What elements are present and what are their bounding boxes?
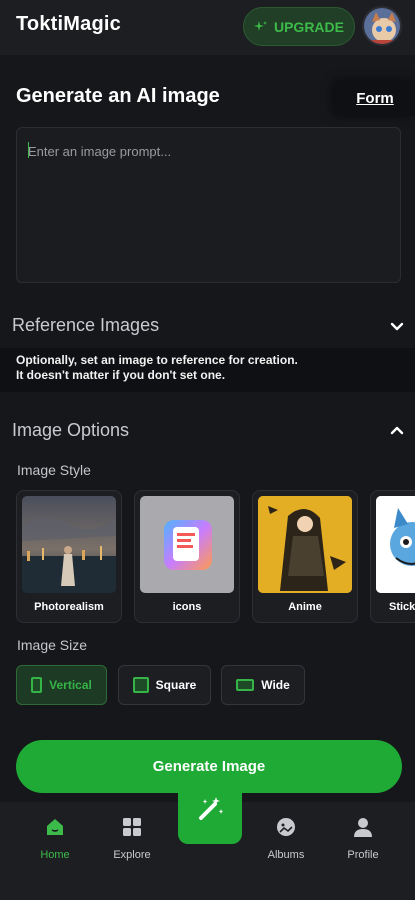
nav-label: Profile [347, 849, 379, 861]
avatar-image [364, 8, 400, 44]
reference-note-line2: It doesn't matter if you don't set one. [16, 368, 226, 382]
size-wide-button[interactable]: Wide [221, 665, 305, 705]
reference-images-title: Reference Images [12, 315, 160, 335]
nav-label: Home [40, 849, 70, 861]
prompt-input-container[interactable] [16, 127, 401, 283]
app-title: ToktiMagic [16, 13, 121, 35]
upgrade-label: UPGRADE [273, 18, 344, 35]
magic-wand-icon [199, 797, 224, 820]
chevron-down-icon [390, 322, 404, 331]
style-card-icons[interactable]: icons [134, 490, 240, 623]
profile-icon [354, 818, 372, 837]
size-vertical-button[interactable]: Vertical [16, 665, 107, 705]
reference-images-header[interactable]: Reference Images [0, 303, 415, 349]
style-name: Anime [288, 601, 322, 613]
image-options-header[interactable]: Image Options [0, 408, 415, 454]
reference-note-line1: Optionally, set an image to reference fo… [16, 353, 298, 367]
nav-profile[interactable]: Profile [328, 816, 398, 861]
grid-icon [123, 818, 141, 836]
albums-icon [277, 818, 295, 836]
create-fab-button[interactable] [178, 774, 242, 844]
style-name: Sticker [389, 601, 415, 613]
size-label: Wide [261, 678, 290, 692]
page-title: Generate an AI image [16, 85, 220, 107]
avatar[interactable] [362, 6, 402, 46]
wide-shape-icon [236, 679, 255, 691]
size-label: Vertical [49, 678, 92, 692]
form-link[interactable]: Form [335, 80, 415, 116]
image-style-label: Image Style [17, 462, 91, 478]
square-shape-icon [132, 677, 149, 693]
image-size-label: Image Size [17, 637, 88, 653]
style-card-sticker[interactable]: Sticker [370, 490, 415, 623]
style-card-photorealism[interactable]: Photorealism [16, 490, 122, 623]
style-card-anime[interactable]: Anime [252, 490, 358, 623]
style-name: Photorealism [34, 601, 104, 613]
text-caret [28, 142, 29, 158]
sticker-thumbnail [376, 496, 415, 593]
size-label: Square [155, 678, 197, 692]
nav-home[interactable]: Home [20, 816, 90, 861]
sparkle-icon [253, 20, 267, 31]
nav-albums[interactable]: Albums [251, 816, 321, 861]
upgrade-button[interactable]: UPGRADE [243, 7, 355, 46]
size-square-button[interactable]: Square [118, 665, 211, 705]
chevron-up-icon [390, 426, 404, 435]
anime-thumbnail [258, 496, 352, 593]
prompt-input[interactable] [17, 128, 400, 282]
icons-thumbnail [140, 496, 234, 593]
top-bar: ToktiMagic UPGRADE [0, 0, 415, 55]
photorealism-thumbnail [22, 496, 116, 593]
nav-label: Albums [267, 849, 305, 861]
nav-label: Explore [113, 849, 151, 861]
home-icon [47, 819, 63, 835]
image-options-title: Image Options [12, 420, 130, 440]
style-name: icons [172, 601, 202, 613]
vertical-shape-icon [31, 677, 43, 693]
reference-note: Optionally, set an image to reference fo… [0, 348, 415, 392]
nav-explore[interactable]: Explore [97, 816, 167, 861]
